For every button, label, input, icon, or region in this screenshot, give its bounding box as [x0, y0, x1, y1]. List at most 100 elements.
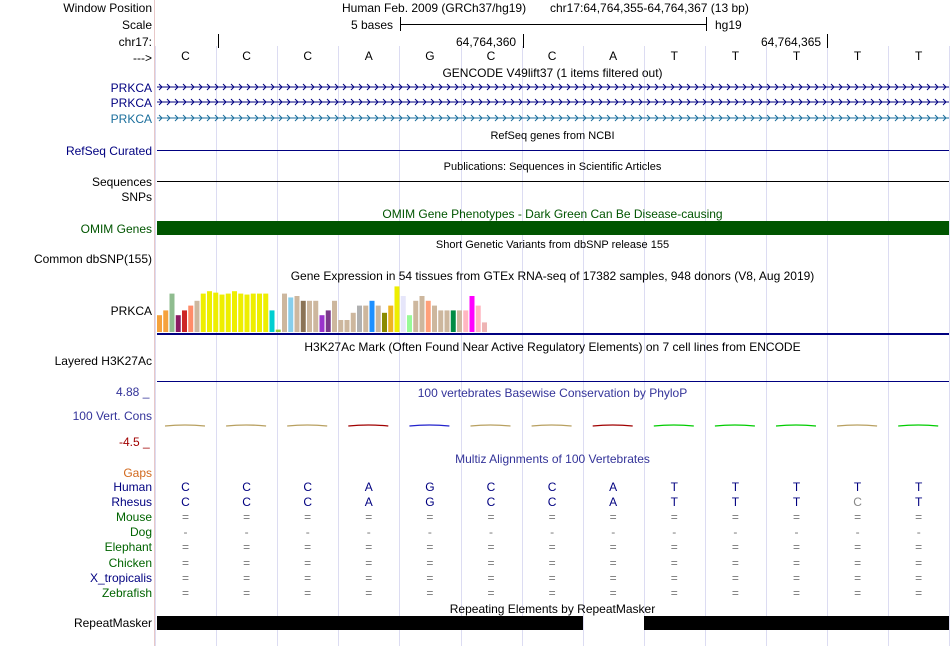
gtex-tissue-bar[interactable] — [350, 312, 356, 332]
base-letter[interactable]: G — [399, 49, 460, 63]
gtex-tissue-bar[interactable] — [269, 310, 275, 332]
base-letter[interactable]: T — [644, 49, 705, 63]
species-label[interactable]: Rhesus — [111, 495, 152, 509]
gtex-tissue-bar[interactable] — [338, 320, 344, 332]
gencode-item-label-3[interactable]: PRKCA — [111, 112, 152, 126]
gtex-tissue-bar[interactable] — [325, 310, 331, 332]
gtex-tissue-bar[interactable] — [169, 293, 175, 332]
gtex-tissue-bar[interactable] — [163, 310, 169, 332]
gtex-tissue-bar[interactable] — [275, 329, 281, 332]
gtex-tissue-bar[interactable] — [300, 300, 306, 332]
gencode-item-label-1[interactable]: PRKCA — [111, 81, 152, 95]
refseq-gene-line[interactable] — [157, 150, 949, 151]
gtex-tissue-bar[interactable] — [175, 315, 181, 332]
gaps-label[interactable]: Gaps — [123, 466, 152, 480]
gtex-tissue-bar[interactable] — [444, 310, 450, 332]
gtex-tissue-bar[interactable] — [313, 300, 319, 332]
pubs-track-title[interactable]: Publications: Sequences in Scientific Ar… — [155, 160, 950, 174]
gtex-tissue-bar[interactable] — [413, 300, 419, 332]
pubs-feature-line[interactable] — [157, 181, 949, 182]
base-letter[interactable]: C — [522, 49, 583, 63]
gtex-tissue-bar[interactable] — [475, 305, 481, 332]
gtex-expression-chart[interactable] — [157, 284, 557, 334]
omim-track-title[interactable]: OMIM Gene Phenotypes - Dark Green Can Be… — [155, 207, 950, 221]
h3k27ac-track-title[interactable]: H3K27Ac Mark (Often Found Near Active Re… — [155, 340, 950, 354]
gtex-tissue-bar[interactable] — [457, 310, 462, 332]
base-letter[interactable]: A — [338, 49, 399, 63]
gtex-tissue-bar[interactable] — [244, 294, 250, 332]
gtex-tissue-bar[interactable] — [482, 322, 487, 332]
gtex-tissue-bar[interactable] — [257, 293, 262, 332]
gtex-tissue-bar[interactable] — [157, 315, 162, 332]
gtex-tissue-bar[interactable] — [344, 320, 350, 332]
gtex-tissue-bar[interactable] — [263, 293, 269, 332]
gtex-tissue-bar[interactable] — [382, 312, 387, 332]
gtex-tissue-bar[interactable] — [188, 305, 194, 332]
gtex-tissue-bar[interactable] — [294, 296, 300, 332]
dbsnp-label[interactable]: Common dbSNP(155) — [34, 252, 152, 266]
gtex-tissue-bar[interactable] — [438, 310, 444, 332]
pubs-label[interactable]: Sequences — [92, 175, 152, 189]
base-letter[interactable]: C — [461, 49, 522, 63]
gtex-tissue-bar[interactable] — [407, 315, 412, 332]
rmsk-track-title[interactable]: Repeating Elements by RepeatMasker — [155, 602, 950, 616]
base-letter[interactable]: T — [705, 49, 766, 63]
gencode-item-label-2[interactable]: PRKCA — [111, 96, 152, 110]
gtex-tissue-bar[interactable] — [250, 293, 256, 332]
dbsnp-track-title[interactable]: Short Genetic Variants from dbSNP releas… — [155, 238, 950, 252]
species-label[interactable]: Zebrafish — [102, 586, 152, 600]
gtex-track-title[interactable]: Gene Expression in 54 tissues from GTEx … — [155, 269, 950, 283]
gtex-tissue-bar[interactable] — [363, 305, 369, 332]
refseq-track-title[interactable]: RefSeq genes from NCBI — [155, 129, 950, 143]
base-letter[interactable]: T — [766, 49, 827, 63]
omim-label[interactable]: OMIM Genes — [81, 222, 152, 236]
gtex-tissue-bar[interactable] — [357, 305, 362, 332]
species-label[interactable]: Elephant — [105, 540, 152, 554]
gtex-tissue-bar[interactable] — [282, 293, 287, 332]
species-label[interactable]: Dog — [130, 525, 152, 539]
species-label[interactable]: Human — [113, 480, 152, 494]
cons-wiggle-plot[interactable] — [157, 418, 949, 432]
gtex-tissue-bar[interactable] — [319, 315, 325, 332]
gtex-tissue-bar[interactable] — [219, 294, 225, 332]
species-label[interactable]: Mouse — [116, 510, 152, 524]
snps-label[interactable]: SNPs — [121, 190, 152, 204]
base-letter[interactable]: T — [888, 49, 949, 63]
gtex-tissue-bar[interactable] — [400, 296, 406, 332]
gtex-tissue-bar[interactable] — [463, 310, 469, 332]
cons-label[interactable]: 100 Vert. Cons — [73, 409, 152, 423]
cons-track-title[interactable]: 100 vertebrates Basewise Conservation by… — [155, 386, 950, 400]
rmsk-label[interactable]: RepeatMasker — [74, 616, 152, 630]
gtex-tissue-bar[interactable] — [369, 300, 375, 332]
gtex-tissue-bar[interactable] — [375, 305, 381, 332]
gtex-gene-label[interactable]: PRKCA — [111, 304, 152, 318]
gencode-gene-features[interactable] — [157, 82, 949, 126]
base-letter[interactable]: C — [155, 49, 216, 63]
omim-feature-bar[interactable] — [157, 221, 949, 235]
gtex-tissue-bar[interactable] — [450, 310, 456, 332]
multiz-track-title[interactable]: Multiz Alignments of 100 Vertebrates — [155, 452, 950, 466]
gtex-tissue-bar[interactable] — [307, 300, 312, 332]
gtex-tissue-bar[interactable] — [232, 291, 237, 332]
gtex-tissue-bar[interactable] — [200, 293, 206, 332]
gtex-tissue-bar[interactable] — [194, 300, 200, 332]
rmsk-element-1[interactable] — [157, 616, 583, 630]
gtex-tissue-bar[interactable] — [394, 286, 400, 332]
gtex-tissue-bar[interactable] — [238, 293, 244, 332]
species-label[interactable]: Chicken — [109, 556, 152, 570]
gtex-tissue-bar[interactable] — [207, 291, 212, 332]
species-label[interactable]: X_tropicalis — [90, 571, 152, 585]
gtex-tissue-bar[interactable] — [419, 296, 425, 332]
gtex-tissue-bar[interactable] — [182, 310, 187, 332]
gtex-tissue-bar[interactable] — [469, 296, 475, 332]
gtex-tissue-bar[interactable] — [213, 292, 219, 332]
gtex-tissue-bar[interactable] — [225, 293, 231, 332]
rmsk-element-2[interactable] — [644, 616, 949, 630]
base-letter[interactable]: A — [583, 49, 644, 63]
gencode-track-title[interactable]: GENCODE V49lift37 (1 items filtered out) — [155, 66, 950, 80]
base-letter[interactable]: T — [827, 49, 888, 63]
gtex-tissue-bar[interactable] — [288, 297, 294, 332]
base-letter[interactable]: C — [216, 49, 277, 63]
base-letter[interactable]: C — [277, 49, 338, 63]
h3k27ac-label[interactable]: Layered H3K27Ac — [55, 354, 152, 368]
